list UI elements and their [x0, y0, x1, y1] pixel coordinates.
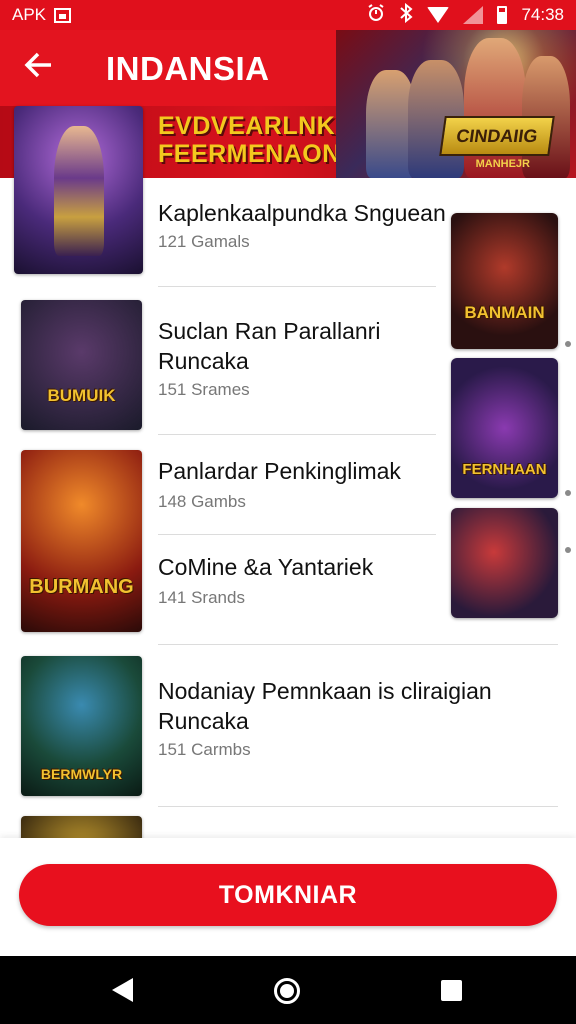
- scroll-indicator-dot: [565, 341, 571, 347]
- list-item[interactable]: BERMWLYR Nodaniay Pemnkaan is cliraigian…: [0, 646, 576, 806]
- divider: [158, 534, 436, 535]
- bottom-action-bar: TOMKNIAR: [0, 838, 576, 956]
- status-app-label: APK: [12, 5, 47, 24]
- side-card[interactable]: BANMAIN: [451, 213, 558, 349]
- item-title: Nodaniay Pemnkaan is cliraigian Runcaka: [158, 678, 492, 734]
- primary-action-button[interactable]: TOMKNIAR: [19, 864, 557, 926]
- scroll-indicator-dot: [565, 490, 571, 496]
- character-figure: [54, 126, 104, 256]
- nav-recent-icon[interactable]: [441, 980, 462, 1001]
- thumbnail-art-text: BERMWLYR: [40, 766, 123, 782]
- game-logo-text: CINDAIIG: [455, 126, 539, 146]
- page-title: INDANSIA: [106, 50, 270, 87]
- wifi-icon: [427, 7, 450, 23]
- nav-back-icon[interactable]: [112, 978, 133, 1002]
- item-thumbnail: [14, 106, 143, 274]
- system-nav-bar: [0, 956, 576, 1024]
- side-card-art-text: BANMAIN: [464, 303, 545, 322]
- battery-icon: [497, 6, 508, 24]
- game-logo-subtext: MANHEJR: [475, 158, 530, 170]
- item-subtitle: 151 Carmbs: [158, 740, 251, 759]
- item-title: CoMine &a Yantariek: [158, 554, 374, 580]
- item-thumbnail: BERMWLYR: [21, 656, 142, 796]
- item-thumbnail: BUMUIK: [21, 300, 142, 430]
- side-card-art-text: FERNHAAN: [462, 461, 547, 478]
- item-title: Suclan Ran Parallanri Runcaka: [158, 318, 381, 374]
- arrow-left-icon: [24, 52, 51, 78]
- game-logo: CINDAIIG: [439, 116, 555, 156]
- item-title: Kaplenkaalpundka Snguean: [158, 200, 446, 226]
- item-subtitle: 151 Srames: [158, 380, 250, 399]
- hero-artwork: CINDAIIG MANHEJR: [336, 30, 576, 178]
- divider: [158, 644, 558, 645]
- item-subtitle: 141 Srands: [158, 588, 245, 607]
- signal-icon: [463, 6, 484, 24]
- side-card[interactable]: [451, 508, 558, 618]
- status-right: 74:38: [367, 2, 564, 28]
- item-subtitle: 148 Gambs: [158, 492, 246, 511]
- back-button[interactable]: [18, 48, 58, 88]
- divider: [158, 434, 436, 435]
- alarm-icon: [367, 3, 385, 27]
- scroll-indicator-dot: [565, 547, 571, 553]
- divider: [158, 806, 558, 807]
- status-left: APK: [12, 5, 72, 25]
- hero-figure-3: [464, 38, 526, 178]
- divider: [158, 286, 436, 287]
- nav-home-icon[interactable]: [274, 978, 300, 1004]
- item-subtitle: 121 Gamals: [158, 232, 250, 251]
- item-title: Panlardar Penkinglimak: [158, 458, 401, 484]
- status-time: 74:38: [521, 5, 564, 24]
- item-thumbnail: [21, 816, 142, 838]
- banner-line-2: FEERMENAON: [158, 140, 341, 168]
- side-card[interactable]: FERNHAAN: [451, 358, 558, 498]
- bluetooth-icon: [399, 2, 413, 28]
- game-list[interactable]: Kaplenkaalpundka Snguean 121 Gamals BUMU…: [0, 178, 576, 838]
- thumbnail-art-text: BUMUIK: [47, 386, 116, 405]
- photo-icon: [54, 7, 72, 23]
- status-bar: APK 74:38: [0, 0, 576, 30]
